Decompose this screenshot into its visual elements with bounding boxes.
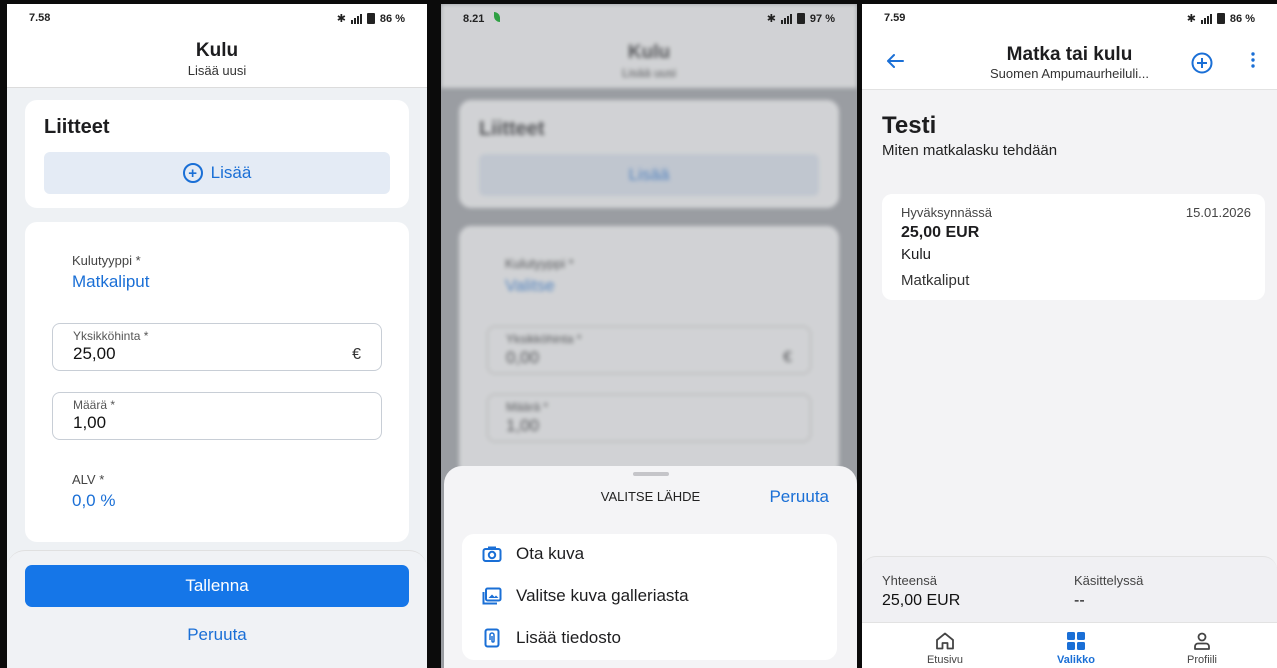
battery-icon	[1216, 13, 1225, 24]
option-label: Valitse kuva galleriasta	[516, 586, 689, 605]
summary-bar: Yhteensä 25,00 EUR Käsittelyssä --	[862, 556, 1277, 622]
bluetooth-icon: ✱	[1186, 13, 1196, 25]
plus-circle-icon: +	[182, 163, 203, 183]
bg-currency: €	[783, 349, 792, 366]
bluetooth-icon: ✱	[336, 13, 346, 25]
signal-icon	[780, 13, 792, 24]
bluetooth-icon: ✱	[766, 13, 776, 25]
bg-unit-price-label: Yksikköhinta *	[506, 332, 582, 346]
status-bar: 7.58 ✱ 86 %	[7, 4, 427, 32]
item-amount: 25,00 EUR	[901, 224, 980, 241]
source-picker-screen: Kulu Lisää uusi Liitteet Lisää Kulutyypp…	[441, 4, 857, 668]
tab-label: Valikko	[1057, 654, 1095, 666]
battery-icon	[796, 13, 805, 24]
item-kind: Kulu	[901, 246, 932, 263]
quantity-label: Määrä *	[73, 398, 116, 412]
tab-label: Profiili	[1187, 654, 1217, 666]
battery-icon	[366, 13, 375, 24]
battery-percent: 86 %	[1229, 12, 1255, 25]
expense-item-card[interactable]: Hyväksynnässä 15.01.2026 25,00 EUR Kulu …	[882, 194, 1265, 300]
option-add-file[interactable]: Lisää tiedosto	[482, 628, 621, 648]
tab-home[interactable]: Etusivu	[900, 630, 990, 666]
bg-add-button: Lisää	[479, 154, 819, 196]
signal-icon	[1200, 13, 1212, 24]
item-category: Matkaliput	[901, 272, 970, 289]
bg-quantity-label: Määrä *	[506, 400, 549, 414]
bottom-sheet: VALITSE LÄHDE Peruuta Ota kuva Valitse k…	[444, 466, 857, 668]
option-label: Ota kuva	[516, 544, 585, 563]
add-attachment-label: Lisää	[210, 163, 252, 182]
attachments-card: Liitteet + Lisää	[25, 100, 409, 208]
item-date: 15.01.2026	[1185, 205, 1251, 220]
page-subtitle: Lisää uusi	[187, 63, 247, 78]
bg-expense-type-value: Valitse	[505, 276, 555, 295]
bg-expense-type-label: Kulutyyppi *	[505, 256, 574, 271]
status-time: 8.21	[463, 12, 501, 25]
leaf-icon	[494, 12, 501, 22]
battery-percent: 86 %	[379, 12, 405, 25]
add-circle-icon[interactable]	[1191, 52, 1213, 79]
bg-subtitle: Lisää uusi	[621, 66, 677, 80]
bottom-nav: Etusivu Valikko Profiili	[862, 622, 1277, 668]
unit-price-value: 25,00	[73, 344, 116, 363]
app-bar: 7.59 ✱ 86 % Matka tai kulu Suomen Ampuma…	[862, 4, 1277, 90]
sheet-cancel-button[interactable]: Peruuta	[769, 487, 829, 507]
trip-description: Miten matkalasku tehdään	[882, 142, 1058, 159]
signal-icon	[350, 13, 362, 24]
app-bar: 7.58 ✱ 86 % Kulu Lisää uusi	[7, 4, 427, 88]
attachments-title: Liitteet	[44, 116, 110, 138]
sheet-grabber[interactable]	[632, 472, 669, 476]
page-title: Kulu	[195, 40, 239, 61]
unit-price-field[interactable]: Yksikköhinta * 25,00 €	[52, 323, 382, 371]
status-time: 7.58	[29, 12, 51, 24]
source-options: Ota kuva Valitse kuva galleriasta Lisää …	[462, 534, 837, 660]
vat-label: ALV *	[72, 472, 105, 487]
status-time: 7.59	[884, 12, 906, 24]
more-vert-icon[interactable]	[1251, 52, 1255, 71]
bg-title: Kulu	[627, 42, 671, 63]
total-value: 25,00 EUR	[882, 592, 961, 609]
bg-unit-price-value: 0,00	[506, 348, 540, 367]
unit-price-label: Yksikköhinta *	[73, 329, 149, 343]
tab-menu[interactable]: Valikko	[1031, 630, 1121, 666]
cancel-button[interactable]: Peruuta	[7, 625, 427, 645]
option-label: Lisää tiedosto	[516, 628, 621, 647]
file-icon	[482, 628, 502, 648]
expense-type-label: Kulutyyppi *	[72, 253, 141, 268]
tab-profile[interactable]: Profiili	[1157, 630, 1247, 666]
action-footer: Tallenna Peruuta	[7, 550, 427, 668]
camera-icon	[482, 544, 502, 564]
tab-label: Etusivu	[926, 654, 964, 666]
add-attachment-button[interactable]: + Lisää	[44, 152, 390, 194]
processing-label: Käsittelyssä	[1074, 573, 1144, 588]
status-bar: 8.21 ✱ 97 %	[441, 4, 857, 32]
bg-quantity-value: 1,00	[506, 416, 540, 435]
processing-value: --	[1074, 592, 1085, 609]
quantity-value: 1,00	[73, 413, 107, 432]
vat-select[interactable]: 0,0 %	[72, 491, 115, 511]
gallery-icon	[482, 586, 502, 606]
quantity-field[interactable]: Määrä * 1,00	[52, 392, 382, 440]
save-button[interactable]: Tallenna	[25, 565, 409, 607]
grid-icon	[1031, 630, 1121, 652]
bg-attachments-title: Liitteet	[479, 118, 545, 140]
person-icon	[1157, 630, 1247, 652]
trip-detail-screen: 7.59 ✱ 86 % Matka tai kulu Suomen Ampuma…	[862, 4, 1277, 668]
page-title: Matka tai kulu	[1006, 44, 1133, 65]
expense-type-select[interactable]: Matkaliput	[72, 272, 149, 292]
currency-symbol: €	[352, 346, 361, 363]
expense-form-screen: 7.58 ✱ 86 % Kulu Lisää uusi Liitteet + L…	[7, 4, 427, 668]
home-icon	[900, 630, 990, 652]
expense-details-card: Kulutyyppi * Matkaliput Yksikköhinta * 2…	[25, 222, 409, 542]
option-take-photo[interactable]: Ota kuva	[482, 544, 584, 564]
trip-name: Testi	[882, 112, 937, 139]
status-bar: 7.59 ✱ 86 %	[862, 4, 1277, 32]
page-subtitle: Suomen Ampumaurheiluli...	[990, 66, 1149, 81]
item-status: Hyväksynnässä	[901, 205, 993, 220]
option-choose-gallery[interactable]: Valitse kuva galleriasta	[482, 586, 689, 606]
total-label: Yhteensä	[882, 573, 937, 588]
battery-percent: 97 %	[809, 12, 835, 25]
